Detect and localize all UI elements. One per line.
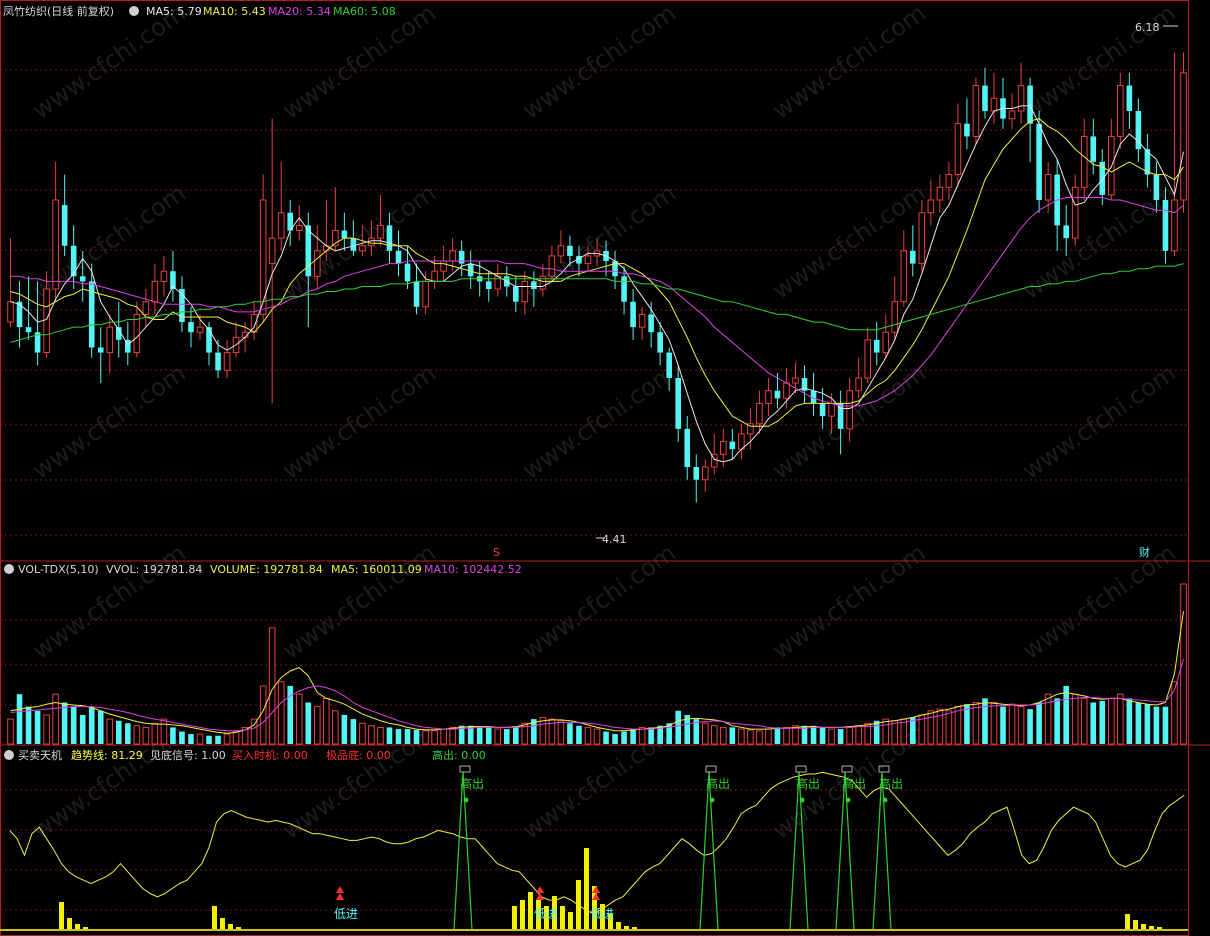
low-price-label: 4.41	[602, 533, 627, 546]
buy-time-label: 买入时机: 0.00	[232, 748, 308, 762]
vol-ma5-label: MA5: 160011.09	[331, 563, 422, 576]
ma10-label: MA10: 5.43	[203, 5, 266, 18]
volume-label: VOLUME: 192781.84	[210, 563, 323, 576]
ma5-label: MA5: 5.79	[146, 5, 202, 18]
ma60-label: MA60: 5.08	[333, 5, 396, 18]
ind-dropdown-icon[interactable]	[4, 750, 14, 760]
high-out-label: 高出: 0.00	[432, 748, 486, 762]
bottom-signal-label: 见底信号: 1.00	[150, 748, 226, 762]
high-price-label: 6.18	[1135, 21, 1160, 34]
vol-title-label: VOL-TDX(5,10)	[18, 563, 99, 576]
s-marker: S	[493, 546, 500, 559]
trend-label: 趋势线: 81.29	[71, 748, 143, 762]
stock-name-label: 凤竹纺织(日线 前复权)	[3, 4, 114, 18]
ma20-label: MA20: 5.34	[268, 5, 331, 18]
stock-chart-window: www.cfchi.com www.cfchi.com www.cfchi.com w…	[0, 0, 1210, 936]
legend-layer: 凤竹纺织(日线 前复权) MA5: 5.79 MA10: 5.43 MA20: …	[3, 4, 1160, 762]
cai-marker: 财	[1139, 545, 1150, 559]
ind-title-label: 买卖天机	[18, 748, 62, 762]
vvol-label: VVOL: 192781.84	[106, 563, 202, 576]
vol-ma10-label: MA10: 102442.52	[424, 563, 522, 576]
extreme-bottom-label: 极品底: 0.00	[326, 748, 391, 762]
vol-dropdown-icon[interactable]	[4, 564, 14, 574]
dropdown-icon[interactable]	[129, 6, 139, 16]
